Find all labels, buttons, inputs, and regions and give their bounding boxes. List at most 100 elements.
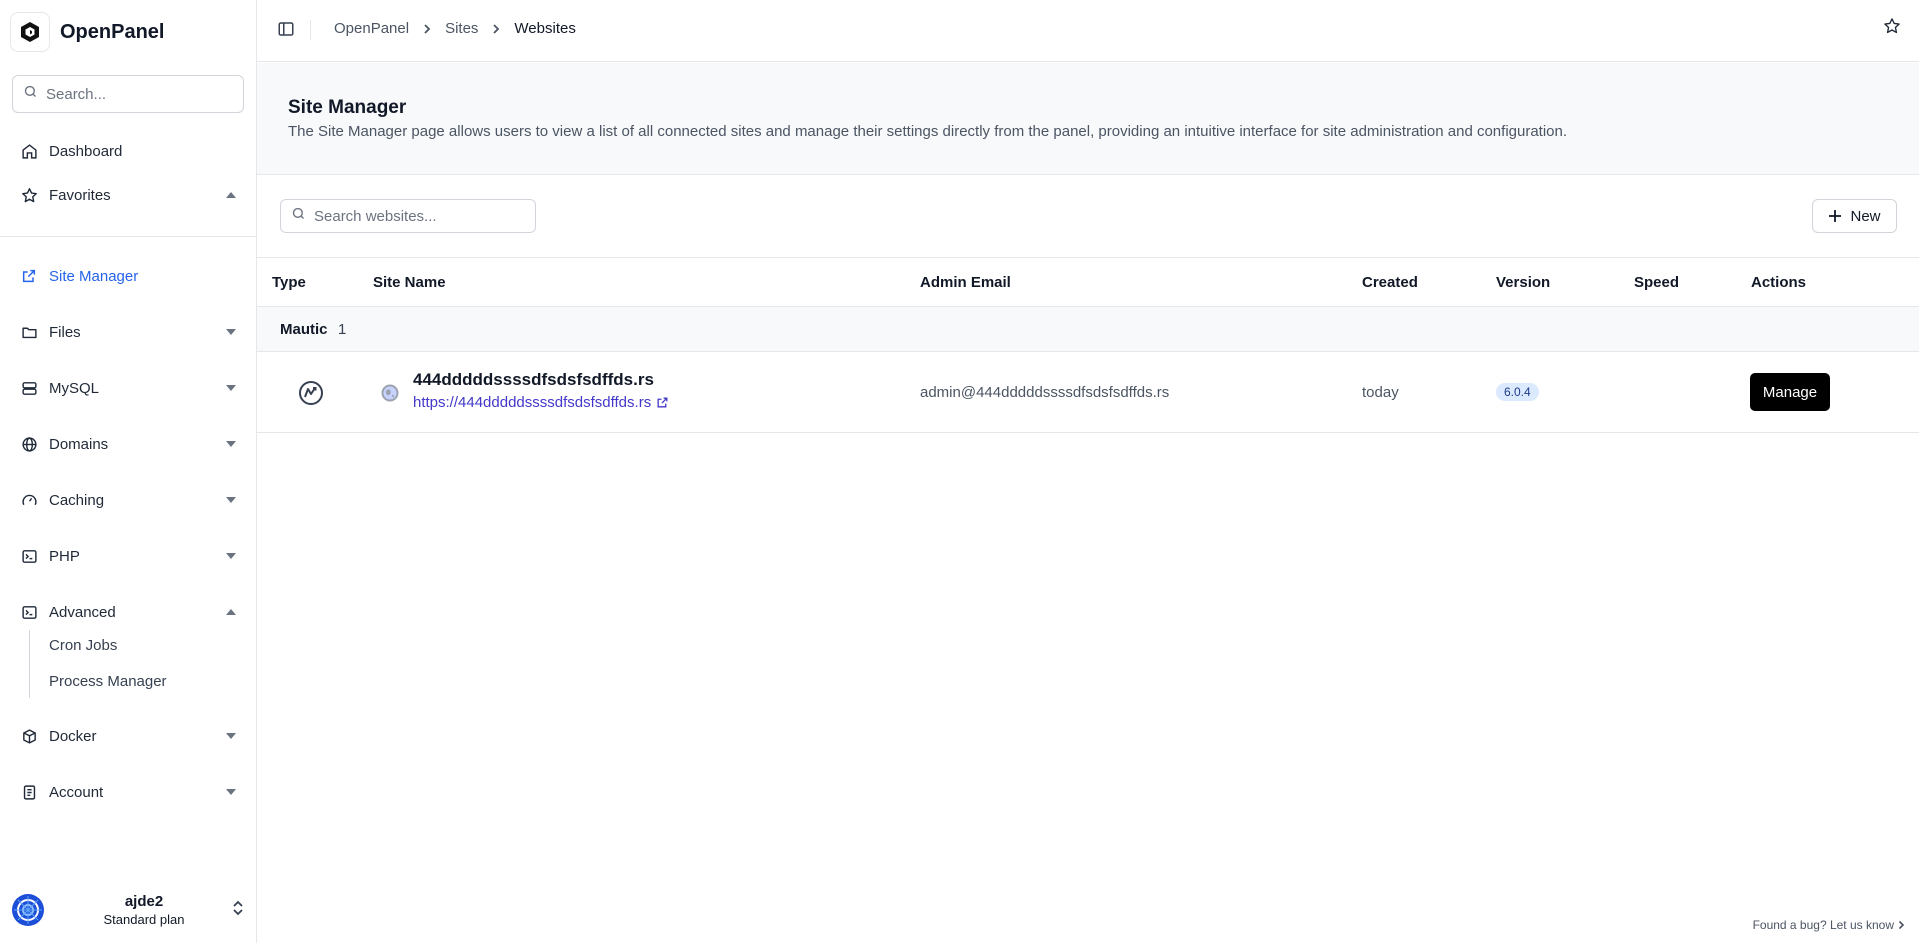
avatar bbox=[12, 894, 44, 926]
page-description: The Site Manager page allows users to vi… bbox=[288, 123, 1568, 140]
sidebar-item-label: Docker bbox=[49, 727, 97, 745]
sidebar-item-label: Site Manager bbox=[49, 267, 139, 285]
sidebar-item-dashboard[interactable]: Dashboard bbox=[20, 135, 236, 167]
sidebar-subitem-process-manager[interactable]: Process Manager bbox=[49, 673, 167, 690]
site-url-text: https://444dddddssssdfsdsfsdffds.rs bbox=[413, 394, 652, 411]
caret-down-icon bbox=[226, 495, 236, 505]
breadcrumb-websites: Websites bbox=[514, 20, 576, 37]
submenu-line bbox=[29, 630, 30, 698]
chevron-right-icon bbox=[423, 23, 431, 35]
mautic-icon bbox=[298, 380, 324, 411]
sidebar-item-label: PHP bbox=[49, 547, 80, 565]
new-button-label: New bbox=[1850, 207, 1881, 225]
document-icon bbox=[20, 783, 38, 801]
external-link-icon bbox=[656, 396, 669, 409]
column-header-actions: Actions bbox=[1751, 274, 1807, 291]
sidebar-item-label: Account bbox=[49, 783, 104, 801]
plus-icon bbox=[1828, 209, 1842, 223]
sidebar-item-account[interactable]: Account bbox=[20, 776, 236, 808]
terminal-icon bbox=[20, 603, 38, 621]
sidebar-item-label: Advanced bbox=[49, 603, 116, 621]
sidebar-item-php[interactable]: PHP bbox=[20, 540, 236, 572]
brand[interactable]: OpenPanel bbox=[10, 12, 164, 52]
caret-down-icon bbox=[226, 787, 236, 797]
group-row-mautic[interactable]: Mautic 1 bbox=[257, 307, 1919, 352]
site-name[interactable]: 444dddddssssdfsdsfsdffds.rs bbox=[413, 370, 669, 390]
sidebar-item-label: Dashboard bbox=[49, 142, 123, 160]
column-header-created: Created bbox=[1362, 274, 1418, 291]
sidebar-item-label: Files bbox=[49, 323, 81, 341]
version-cell: 6.0.4 bbox=[1496, 383, 1539, 401]
site-url-link[interactable]: https://444dddddssssdfsdsfsdffds.rs bbox=[413, 394, 669, 411]
sidebar: OpenPanel Dashboard Favorites Site Manag… bbox=[0, 0, 257, 943]
sidebar-search-input[interactable] bbox=[46, 85, 236, 103]
table-header: Type Site Name Admin Email Created Versi… bbox=[257, 257, 1919, 307]
manage-button[interactable]: Manage bbox=[1750, 373, 1830, 411]
bug-report-text: Found a bug? Let us know bbox=[1752, 918, 1894, 932]
home-icon bbox=[20, 142, 38, 160]
column-header-admin-email: Admin Email bbox=[920, 274, 1011, 291]
sidebar-item-domains[interactable]: Domains bbox=[20, 428, 236, 460]
sidebar-divider bbox=[0, 236, 256, 237]
user-plan: Standard plan bbox=[103, 912, 185, 927]
sidebar-item-docker[interactable]: Docker bbox=[20, 720, 236, 752]
created-date: today bbox=[1362, 384, 1399, 401]
sidebar-item-caching[interactable]: Caching bbox=[20, 484, 236, 516]
database-icon bbox=[20, 379, 38, 397]
breadcrumb: OpenPanel Sites Websites bbox=[334, 20, 576, 37]
websites-search[interactable] bbox=[280, 199, 536, 233]
sidebar-item-files[interactable]: Files bbox=[20, 316, 236, 348]
chevron-right-icon bbox=[1898, 920, 1905, 930]
column-header-speed: Speed bbox=[1634, 274, 1680, 291]
search-icon bbox=[291, 206, 306, 226]
site-globe-icon bbox=[381, 384, 399, 407]
favorite-star-icon[interactable] bbox=[1883, 17, 1903, 37]
chevron-right-icon bbox=[492, 23, 500, 35]
caret-up-icon bbox=[226, 190, 236, 200]
app-name: OpenPanel bbox=[60, 20, 165, 43]
breadcrumb-sites[interactable]: Sites bbox=[445, 20, 478, 37]
caret-up-icon bbox=[226, 607, 236, 617]
caret-down-icon bbox=[226, 439, 236, 449]
breadcrumb-openpanel[interactable]: OpenPanel bbox=[334, 20, 409, 37]
sidebar-item-label: Domains bbox=[49, 435, 109, 453]
star-icon bbox=[20, 186, 38, 204]
admin-email: admin@444dddddssssdfsdsfsdffds.rs bbox=[920, 384, 1170, 401]
user-menu[interactable]: ajde2 Standard plan bbox=[12, 882, 244, 938]
caret-down-icon bbox=[226, 551, 236, 561]
caret-down-icon bbox=[226, 383, 236, 393]
column-header-site-name: Site Name bbox=[373, 274, 446, 291]
terminal-icon bbox=[20, 547, 38, 565]
page-title: Site Manager bbox=[288, 97, 407, 118]
topbar-separator bbox=[310, 20, 311, 40]
column-header-version: Version bbox=[1496, 274, 1551, 291]
group-count: 1 bbox=[338, 321, 347, 338]
user-name: ajde2 bbox=[124, 893, 164, 910]
new-site-button[interactable]: New bbox=[1812, 199, 1897, 233]
group-name: Mautic bbox=[280, 321, 328, 338]
folder-icon bbox=[20, 323, 38, 341]
search-icon bbox=[23, 84, 38, 104]
actions-cell: Manage bbox=[1750, 373, 1830, 411]
external-link-icon bbox=[20, 267, 38, 285]
sidebar-item-favorites[interactable]: Favorites bbox=[20, 179, 236, 211]
topbar: OpenPanel Sites Websites bbox=[257, 0, 1919, 62]
sidebar-search[interactable] bbox=[12, 75, 244, 113]
version-badge: 6.0.4 bbox=[1496, 383, 1539, 401]
openpanel-logo-icon bbox=[10, 12, 50, 52]
column-header-type: Type bbox=[272, 274, 306, 291]
websites-search-input[interactable] bbox=[314, 207, 524, 225]
docker-icon bbox=[20, 727, 38, 745]
sidebar-item-mysql[interactable]: MySQL bbox=[20, 372, 236, 404]
sidebar-subitem-cron-jobs[interactable]: Cron Jobs bbox=[49, 637, 117, 654]
table-row: 444dddddssssdfsdsfsdffds.rs https://444d… bbox=[257, 352, 1919, 433]
sidebar-item-label: MySQL bbox=[49, 379, 100, 397]
sidebar-item-site-manager[interactable]: Site Manager bbox=[20, 260, 236, 292]
globe-icon bbox=[20, 435, 38, 453]
sidebar-toggle-icon[interactable] bbox=[277, 20, 297, 40]
bug-report-link[interactable]: Found a bug? Let us know bbox=[1753, 918, 1905, 932]
caret-down-icon bbox=[226, 327, 236, 337]
caret-down-icon bbox=[226, 731, 236, 741]
sidebar-item-advanced[interactable]: Advanced bbox=[20, 596, 236, 628]
sidebar-item-label: Caching bbox=[49, 491, 105, 509]
